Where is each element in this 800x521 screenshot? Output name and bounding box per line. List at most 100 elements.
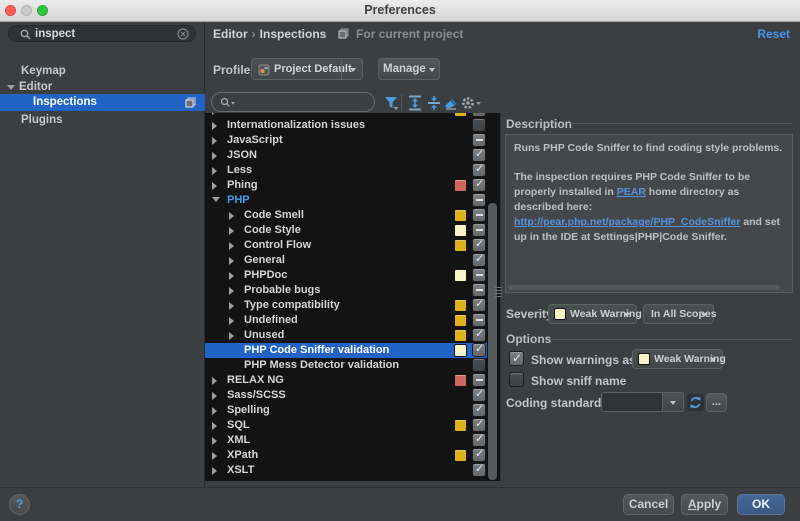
collapse-all-icon[interactable] — [426, 95, 442, 111]
chevron-right-icon[interactable] — [212, 113, 217, 115]
chevron-right-icon[interactable] — [212, 377, 217, 385]
chevron-right-icon[interactable] — [229, 287, 234, 295]
sidebar-item-keymap[interactable]: Keymap — [0, 63, 205, 79]
tree-scrollbar[interactable] — [488, 203, 497, 480]
inspection-checkbox[interactable] — [472, 283, 486, 297]
chevron-right-icon[interactable] — [229, 332, 234, 340]
inspection-checkbox[interactable] — [472, 118, 486, 132]
help-button[interactable]: ? — [9, 494, 30, 515]
inspection-checkbox[interactable] — [472, 208, 486, 222]
tree-row[interactable]: Unused — [205, 327, 487, 343]
chevron-right-icon[interactable] — [212, 392, 217, 400]
sidebar-item-editor[interactable]: Editor — [0, 79, 205, 95]
chevron-right-icon[interactable] — [229, 227, 234, 235]
inspection-checkbox[interactable] — [472, 223, 486, 237]
clear-filter-icon[interactable] — [443, 95, 459, 111]
minimize-window-button[interactable] — [21, 5, 32, 16]
tree-row[interactable]: Internationalization issues — [205, 118, 487, 133]
chevron-right-icon[interactable] — [229, 272, 234, 280]
tree-row[interactable]: Ini Files — [205, 113, 487, 118]
settings-search-input[interactable]: inspect — [8, 25, 196, 42]
tree-row[interactable]: XML — [205, 432, 487, 448]
chevron-right-icon[interactable] — [229, 302, 234, 310]
show-warnings-checkbox[interactable] — [509, 351, 524, 366]
tree-row[interactable]: Code Style — [205, 223, 487, 238]
close-window-button[interactable] — [5, 5, 16, 16]
tree-row[interactable]: PHP Code Sniffer validation — [205, 342, 487, 358]
chevron-right-icon[interactable] — [229, 242, 234, 250]
tree-row[interactable]: Phing — [205, 177, 487, 193]
inspections-search-input[interactable] — [211, 92, 375, 112]
tree-row[interactable]: XSLT — [205, 462, 487, 478]
chevron-right-icon[interactable] — [212, 467, 217, 475]
tree-row[interactable]: JSON — [205, 147, 487, 163]
chevron-down-icon[interactable] — [7, 85, 15, 90]
inspection-checkbox[interactable] — [472, 237, 486, 252]
inspection-checkbox[interactable] — [472, 327, 486, 342]
ok-button[interactable]: OK — [737, 494, 785, 515]
expand-all-icon[interactable] — [407, 95, 423, 111]
sidebar-item-inspections[interactable]: Inspections — [0, 94, 205, 111]
tree-row[interactable]: Spelling — [205, 402, 487, 418]
inspection-checkbox[interactable] — [472, 113, 486, 117]
inspection-checkbox[interactable] — [472, 402, 486, 417]
inspection-checkbox[interactable] — [472, 268, 486, 282]
tree-row[interactable]: Sass/SCSS — [205, 387, 487, 403]
tree-row[interactable]: Less — [205, 162, 487, 178]
tree-row[interactable]: Undefined — [205, 313, 487, 328]
browse-standard-button[interactable]: ... — [706, 393, 727, 412]
chevron-right-icon[interactable] — [212, 137, 217, 145]
inspection-checkbox[interactable] — [472, 462, 486, 477]
tree-row[interactable]: Control Flow — [205, 237, 487, 253]
refresh-standards-button[interactable] — [687, 394, 704, 411]
codesniffer-link[interactable]: http://pear.php.net/package/PHP_CodeSnif… — [514, 216, 740, 228]
inspection-checkbox[interactable] — [472, 162, 486, 177]
tree-row[interactable]: Type compatibility — [205, 297, 487, 313]
chevron-right-icon[interactable] — [229, 317, 234, 325]
inspection-checkbox[interactable] — [472, 342, 486, 357]
coding-standard-select[interactable] — [601, 392, 684, 412]
inspection-checkbox[interactable] — [472, 297, 486, 312]
severity-select[interactable]: Weak Warning — [548, 304, 642, 324]
filter-icon[interactable] — [383, 95, 399, 111]
chevron-right-icon[interactable] — [212, 407, 217, 415]
inspection-checkbox[interactable] — [472, 252, 486, 267]
description-hscrollbar[interactable] — [508, 285, 780, 290]
tree-row[interactable]: SQL — [205, 417, 487, 433]
chevron-right-icon[interactable] — [229, 212, 234, 220]
tree-row[interactable]: PHP Mess Detector validation — [205, 358, 487, 373]
clear-search-icon[interactable] — [177, 28, 189, 40]
inspection-checkbox[interactable] — [472, 177, 486, 192]
inspection-checkbox[interactable] — [472, 417, 486, 432]
tree-row[interactable]: Code Smell — [205, 208, 487, 223]
settings-gear-icon[interactable] — [461, 95, 483, 111]
apply-button[interactable]: Apply — [681, 494, 728, 515]
tree-row[interactable]: PHPDoc — [205, 268, 487, 283]
profile-select[interactable]: Project Default — [251, 58, 363, 80]
inspection-checkbox[interactable] — [472, 133, 486, 147]
inspection-checkbox[interactable] — [472, 447, 486, 462]
inspection-checkbox[interactable] — [472, 432, 486, 447]
tree-row[interactable]: XPath — [205, 447, 487, 463]
chevron-right-icon[interactable] — [212, 152, 217, 160]
chevron-right-icon[interactable] — [212, 122, 217, 130]
inspection-checkbox[interactable] — [472, 387, 486, 402]
chevron-right-icon[interactable] — [212, 452, 217, 460]
pear-link[interactable]: PEAR — [617, 186, 646, 198]
inspection-checkbox[interactable] — [472, 147, 486, 162]
chevron-down-icon[interactable] — [212, 197, 220, 202]
reset-link[interactable]: Reset — [757, 27, 790, 41]
inspection-checkbox[interactable] — [472, 193, 486, 207]
zoom-window-button[interactable] — [37, 5, 48, 16]
tree-row[interactable]: General — [205, 252, 487, 268]
inspection-checkbox[interactable] — [472, 358, 486, 372]
tree-row[interactable]: PHP — [205, 193, 487, 208]
breadcrumb-editor[interactable]: Editor — [213, 27, 248, 41]
inspection-checkbox[interactable] — [472, 373, 486, 387]
tree-row[interactable]: JavaScript — [205, 133, 487, 148]
inspection-checkbox[interactable] — [472, 313, 486, 327]
manage-button[interactable]: Manage — [378, 58, 440, 80]
chevron-right-icon[interactable] — [229, 257, 234, 265]
tree-row[interactable]: RELAX NG — [205, 373, 487, 388]
tree-row[interactable]: Probable bugs — [205, 283, 487, 298]
